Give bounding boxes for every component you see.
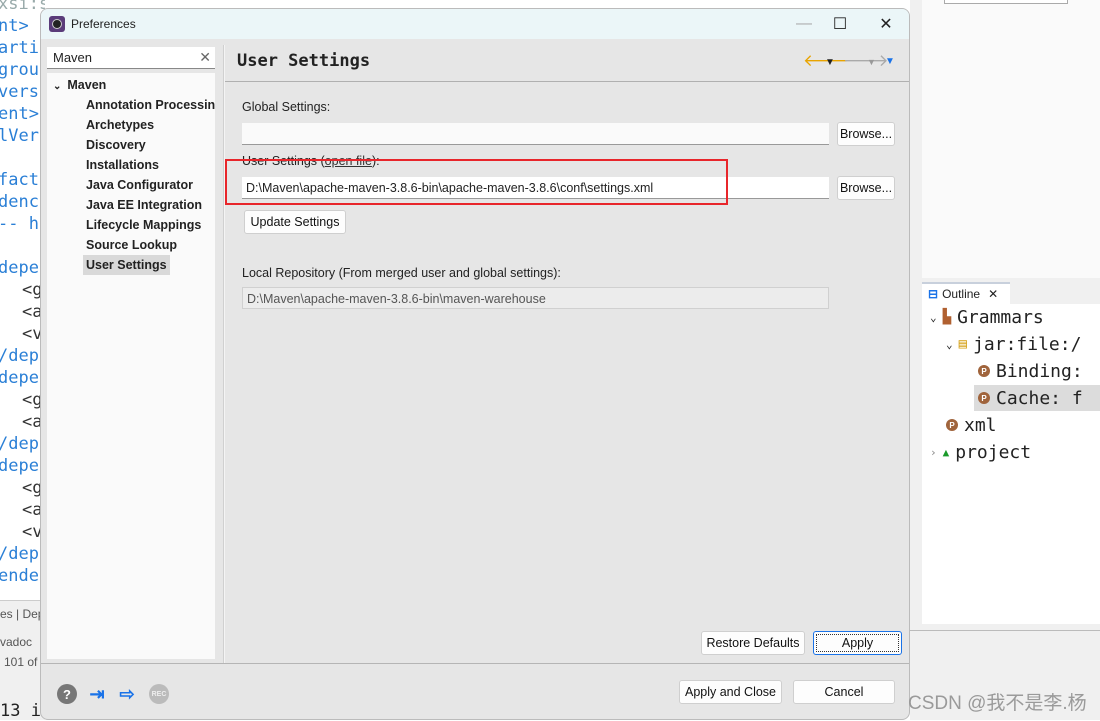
dialog-footer: ? ⇥ ⇨ REC Apply and Close Cancel [41, 663, 909, 719]
apply-and-close-button[interactable]: Apply and Close [679, 680, 782, 704]
editor-line: ent> [0, 104, 39, 124]
bottom-tabs[interactable]: es | Dep [0, 607, 44, 621]
preference-navigation: Maven ✕ ⌄ Maven Annotation Processing Arche… [47, 45, 215, 663]
restore-defaults-button[interactable]: Restore Defaults [701, 631, 805, 655]
close-button[interactable]: ✕ [863, 9, 909, 39]
p-warning-icon: P [946, 419, 958, 431]
outline-tab[interactable]: ⊟ Outline ✕ [922, 282, 1010, 304]
forward-dropdown-icon[interactable]: ▼ [867, 57, 876, 67]
tree-item[interactable]: Archetypes [83, 115, 157, 135]
tree-item[interactable]: Java EE Integration [83, 195, 205, 215]
tree-node-maven[interactable]: ⌄ Maven [53, 75, 106, 95]
maximize-button[interactable]: ☐ [817, 9, 863, 39]
editor-line: -- h [0, 214, 39, 234]
tree-item[interactable]: Annotation Processing [83, 95, 215, 115]
user-settings-page: User Settings 🡐 ▼ 🡒 ▼ ▼ Global Settings:… [225, 45, 909, 663]
cancel-button[interactable]: Cancel [793, 680, 895, 704]
editor-line: /depe [0, 346, 45, 366]
editor-line: artif [0, 38, 45, 58]
editor-line: /depe [0, 434, 45, 454]
editor-line: /depe [0, 544, 45, 564]
editor-line: depen [0, 258, 45, 278]
grammars-icon: ▙ [942, 309, 952, 325]
red-highlight-box [225, 159, 728, 205]
editor-line: lVers [0, 126, 45, 146]
tree-item[interactable]: Lifecycle Mappings [83, 215, 204, 235]
tree-item[interactable]: User Settings [83, 255, 170, 275]
editor-line: depen [0, 368, 45, 388]
export-icon[interactable]: ⇨ [117, 684, 137, 704]
p-icon: P [978, 365, 990, 377]
forward-arrow-icon[interactable]: 🡒 [843, 51, 889, 71]
editor-line: nt> [0, 16, 29, 36]
page-title: User Settings [237, 51, 371, 71]
outline-item[interactable]: ⌄ ▤ jar:file:/ [946, 331, 1081, 357]
user-browse-button[interactable]: Browse... [837, 176, 895, 200]
right-pane: ⊟ Outline ✕ ⌄ ▙ Grammars ⌄ ▤ jar:file:/ P Bin… [910, 0, 1100, 720]
outline-item[interactable]: P Binding: [978, 358, 1083, 384]
tree-item[interactable]: Installations [83, 155, 162, 175]
chevron-down-icon[interactable]: ⌄ [930, 311, 937, 324]
clear-icon[interactable]: ✕ [199, 49, 211, 66]
javadoc-tab: vadoc [0, 635, 33, 649]
apply-button[interactable]: Apply [813, 631, 902, 655]
outline-tab-label: Outline [942, 287, 981, 301]
chevron-down-icon[interactable]: ⌄ [946, 338, 953, 351]
outline-tree: ⌄ ▙ Grammars ⌄ ▤ jar:file:/ P Binding: P Cache… [922, 304, 1100, 624]
tree-item[interactable]: Source Lookup [83, 235, 180, 255]
outline-item[interactable]: Pxml [946, 412, 997, 438]
preferences-gear-icon [49, 16, 65, 32]
tree-item[interactable]: Java Configurator [83, 175, 196, 195]
editor-line: enden [0, 566, 45, 586]
editor-bottom-panel: es | Dep vadoc 101 of 13 i [0, 600, 45, 721]
global-settings-label: Global Settings: [242, 100, 331, 114]
dialog-title: Preferences [71, 17, 136, 31]
local-repository-label: Local Repository (From merged user and g… [242, 266, 561, 280]
chevron-right-icon[interactable]: › [930, 446, 937, 459]
tree-item[interactable]: Discovery [83, 135, 149, 155]
chevron-down-icon[interactable]: ⌄ [53, 81, 61, 92]
triangle-icon: ▲ [942, 445, 950, 459]
console-line: 13 i [0, 701, 41, 721]
file-icon: ▤ [958, 336, 968, 352]
global-settings-input[interactable] [242, 123, 829, 145]
preference-tree: ⌄ Maven Annotation Processing Archetypes Di… [47, 73, 215, 659]
menu-dropdown-icon[interactable]: ▼ [885, 56, 895, 67]
local-repository-field: D:\Maven\apache-maven-3.8.6-bin\maven-wa… [242, 287, 829, 309]
update-settings-button[interactable]: Update Settings [244, 210, 346, 234]
close-icon[interactable]: ✕ [988, 287, 998, 301]
outline-item-selected[interactable]: P Cache: f [974, 385, 1100, 411]
import-icon[interactable]: ⇥ [87, 684, 107, 704]
global-browse-button[interactable]: Browse... [837, 122, 895, 146]
editor-line: depen [0, 456, 45, 476]
editor-line: versi [0, 82, 45, 102]
outline-item[interactable]: ⌄ ▙ Grammars [930, 304, 1044, 330]
editor-line: factI [0, 170, 45, 190]
editor-line: xsi:schemaLocation="http://maven.apache.… [0, 0, 45, 14]
watermark: CSDN @我不是李.杨 [908, 693, 1087, 714]
help-icon[interactable]: ? [57, 684, 77, 704]
editor-line: group [0, 60, 45, 80]
p-warning-icon: P [978, 392, 990, 404]
title-bar: Preferences — ☐ ✕ [41, 9, 909, 39]
editor-line: denc [0, 192, 39, 212]
preferences-dialog: Preferences — ☐ ✕ Maven ✕ ⌄ Maven Annotati… [40, 8, 910, 720]
status-count: 101 of [4, 655, 38, 669]
filter-input[interactable]: Maven ✕ [47, 47, 215, 69]
back-dropdown-icon[interactable]: ▼ [825, 57, 835, 68]
record-icon[interactable]: REC [149, 684, 169, 704]
outline-icon: ⊟ [928, 287, 939, 301]
outline-item[interactable]: › ▲ project [930, 439, 1031, 465]
